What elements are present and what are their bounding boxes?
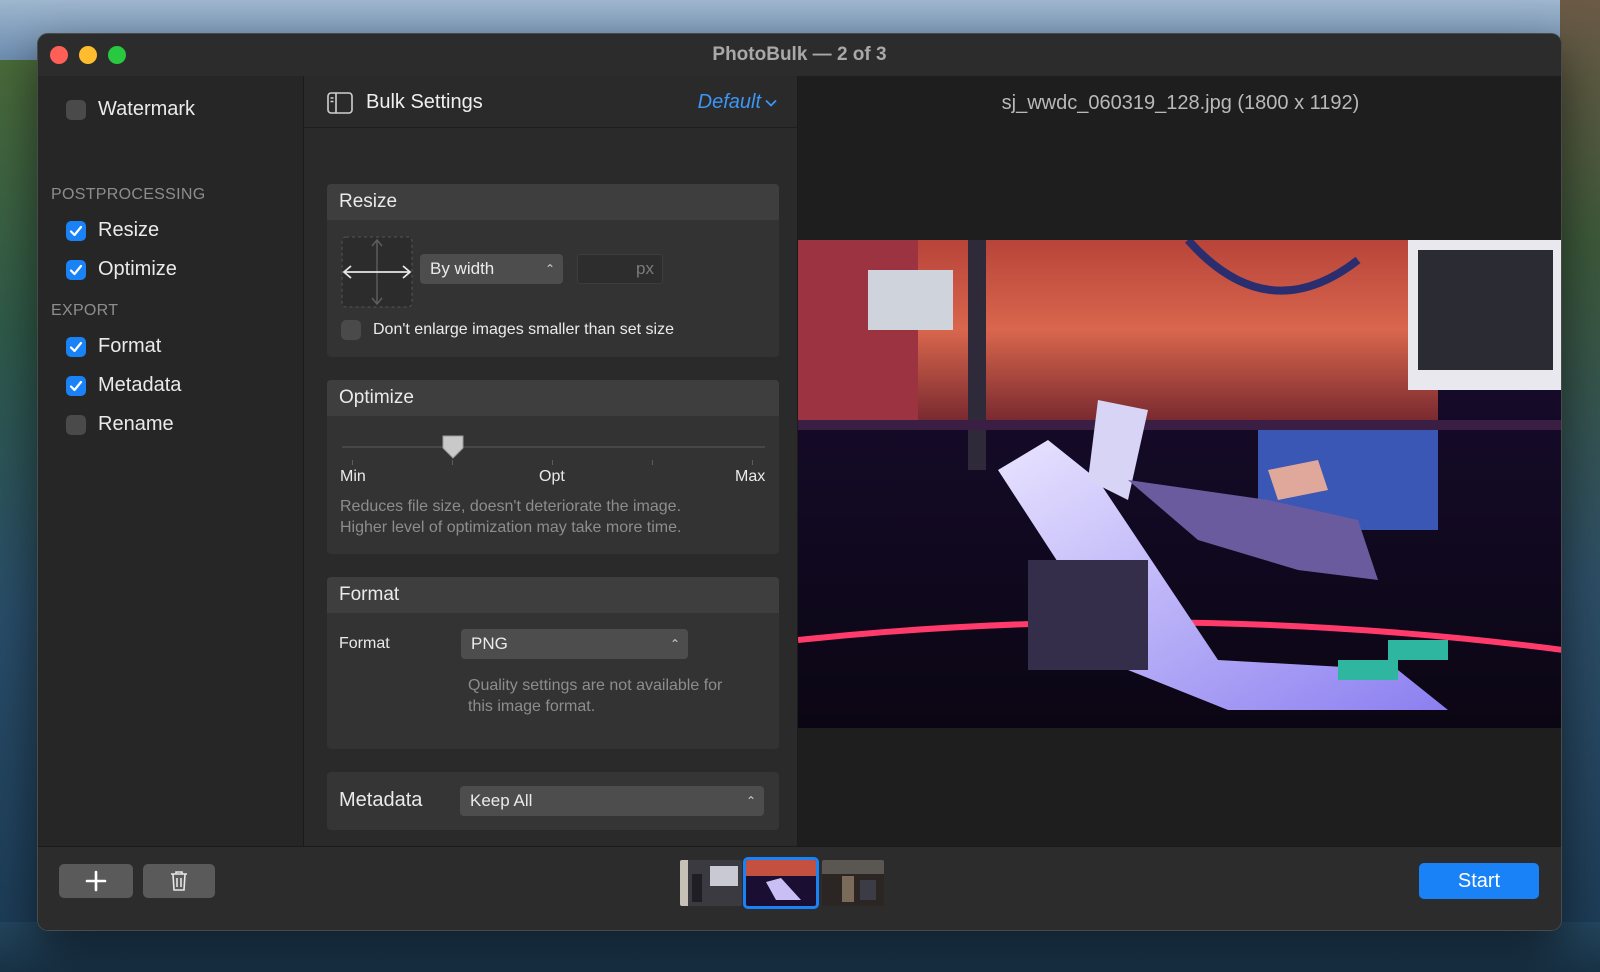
optimize-card-header: Optimize: [327, 380, 779, 416]
settings-header: Bulk Settings Default: [304, 76, 797, 128]
up-down-arrows-icon: ⌃: [544, 262, 555, 276]
resize-mode-value: By width: [430, 259, 495, 278]
start-button[interactable]: Start: [1419, 863, 1539, 899]
slider-tick: [552, 460, 553, 465]
export-header: EXPORT: [51, 302, 119, 319]
resize-label: Resize: [98, 219, 160, 241]
settings-panel: Bulk Settings Default Resize By width ⌃: [304, 76, 798, 846]
preview-pane: sj_wwdc_060319_128.jpg (1800 x 1192): [798, 76, 1561, 846]
format-checkbox[interactable]: [66, 336, 86, 357]
preset-dropdown[interactable]: Default: [698, 91, 777, 114]
optimize-opt-label: Opt: [539, 468, 565, 485]
thumbnail-image: [746, 860, 816, 906]
format-select[interactable]: PNG ⌃: [461, 629, 688, 659]
rename-label: Rename: [98, 413, 174, 435]
format-card: Format Format PNG ⌃ Quality settings are…: [327, 577, 779, 749]
format-label: Format: [98, 335, 162, 357]
optimize-description-line: Reduces file size, doesn't deteriorate t…: [340, 498, 682, 515]
resize-toggle[interactable]: Resize: [66, 219, 159, 242]
preview-filename: sj_wwdc_060319_128.jpg (1800 x 1192): [1001, 92, 1360, 114]
sidebar-toggle-icon[interactable]: [327, 92, 353, 114]
format-note: Quality settings are not available for t…: [468, 675, 722, 717]
slider-tick: [752, 460, 753, 465]
resize-card-header: Resize: [327, 184, 779, 220]
chevron-down-icon: [765, 99, 777, 107]
preview-image[interactable]: [798, 240, 1561, 728]
checkmark-icon: [69, 264, 83, 275]
metadata-toggle[interactable]: Metadata: [66, 374, 181, 397]
optimize-slider-track[interactable]: [342, 446, 765, 448]
window-controls: [50, 46, 126, 64]
checkmark-icon: [69, 341, 83, 352]
metadata-field-label: Metadata: [339, 789, 423, 811]
rename-toggle[interactable]: Rename: [66, 413, 174, 436]
rename-checkbox[interactable]: [66, 414, 86, 435]
thumbnail-image: [822, 860, 884, 906]
desktop-background-left: [0, 60, 40, 972]
resize-width-input[interactable]: px: [577, 254, 663, 284]
optimize-slider-thumb[interactable]: [441, 434, 465, 460]
format-note-line: this image format.: [468, 698, 596, 715]
sidebar: Watermark POSTPROCESSING Resize Optimize…: [38, 76, 304, 846]
metadata-select[interactable]: Keep All ⌃: [460, 786, 764, 816]
settings-title: Bulk Settings: [366, 91, 483, 113]
px-unit-label: px: [636, 259, 654, 278]
preset-label: Default: [697, 91, 761, 113]
photobulk-window: PhotoBulk — 2 of 3 Watermark POSTPROCESS…: [37, 33, 1562, 931]
plus-icon: [85, 870, 107, 892]
dont-enlarge-label: Don't enlarge images smaller than set si…: [373, 321, 674, 338]
format-toggle[interactable]: Format: [66, 335, 161, 358]
optimize-min-label: Min: [340, 468, 366, 485]
resize-by-width-icon: [341, 236, 413, 308]
dont-enlarge-checkbox[interactable]: [341, 320, 361, 340]
optimize-card: Optimize Min Opt Max Reduces file size, …: [327, 380, 779, 554]
thumbnail-2-selected[interactable]: [743, 857, 819, 909]
metadata-label: Metadata: [98, 374, 182, 396]
optimize-checkbox[interactable]: [66, 259, 86, 280]
thumbnail-3[interactable]: [822, 860, 884, 906]
thumbnail-1[interactable]: [680, 860, 742, 906]
format-note-line: Quality settings are not available for: [468, 677, 723, 694]
delete-button[interactable]: [143, 864, 215, 898]
add-button[interactable]: [59, 864, 133, 898]
close-window-button[interactable]: [50, 46, 68, 64]
watermark-label: Watermark: [98, 98, 196, 120]
thumbnail-image: [680, 860, 742, 906]
trash-icon: [171, 871, 187, 891]
metadata-checkbox[interactable]: [66, 375, 86, 396]
checkmark-icon: [69, 380, 83, 391]
watermark-checkbox[interactable]: [66, 99, 86, 120]
format-value: PNG: [471, 634, 508, 653]
preview-photo-graphic: [798, 240, 1561, 728]
optimize-description-line: Higher level of optimization may take mo…: [340, 519, 682, 536]
slider-tick: [452, 460, 453, 465]
postprocessing-header: POSTPROCESSING: [51, 186, 206, 203]
format-card-header: Format: [327, 577, 779, 613]
desktop-background-right: [1560, 0, 1600, 972]
metadata-card: Metadata Keep All ⌃: [327, 772, 779, 830]
checkmark-icon: [69, 225, 83, 236]
minimize-window-button[interactable]: [79, 46, 97, 64]
watermark-toggle[interactable]: Watermark: [66, 98, 195, 121]
slider-tick: [652, 460, 653, 465]
metadata-value: Keep All: [470, 791, 533, 810]
zoom-window-button[interactable]: [108, 46, 126, 64]
optimize-label: Optimize: [98, 258, 177, 280]
slider-tick: [352, 460, 353, 465]
title-bar: PhotoBulk — 2 of 3: [38, 34, 1561, 76]
resize-mode-select[interactable]: By width ⌃: [420, 254, 563, 284]
up-down-arrows-icon: ⌃: [669, 637, 680, 651]
optimize-description: Reduces file size, doesn't deteriorate t…: [340, 496, 681, 538]
dont-enlarge-toggle[interactable]: Don't enlarge images smaller than set si…: [341, 320, 674, 340]
optimize-max-label: Max: [735, 468, 766, 485]
optimize-toggle[interactable]: Optimize: [66, 258, 177, 281]
window-title: PhotoBulk — 2 of 3: [712, 44, 887, 65]
format-field-label: Format: [339, 635, 390, 652]
bottom-toolbar: Start: [38, 846, 1561, 930]
up-down-arrows-icon: ⌃: [745, 794, 756, 808]
resize-card: Resize By width ⌃ px Don't enlarge image…: [327, 184, 779, 357]
resize-checkbox[interactable]: [66, 220, 86, 241]
